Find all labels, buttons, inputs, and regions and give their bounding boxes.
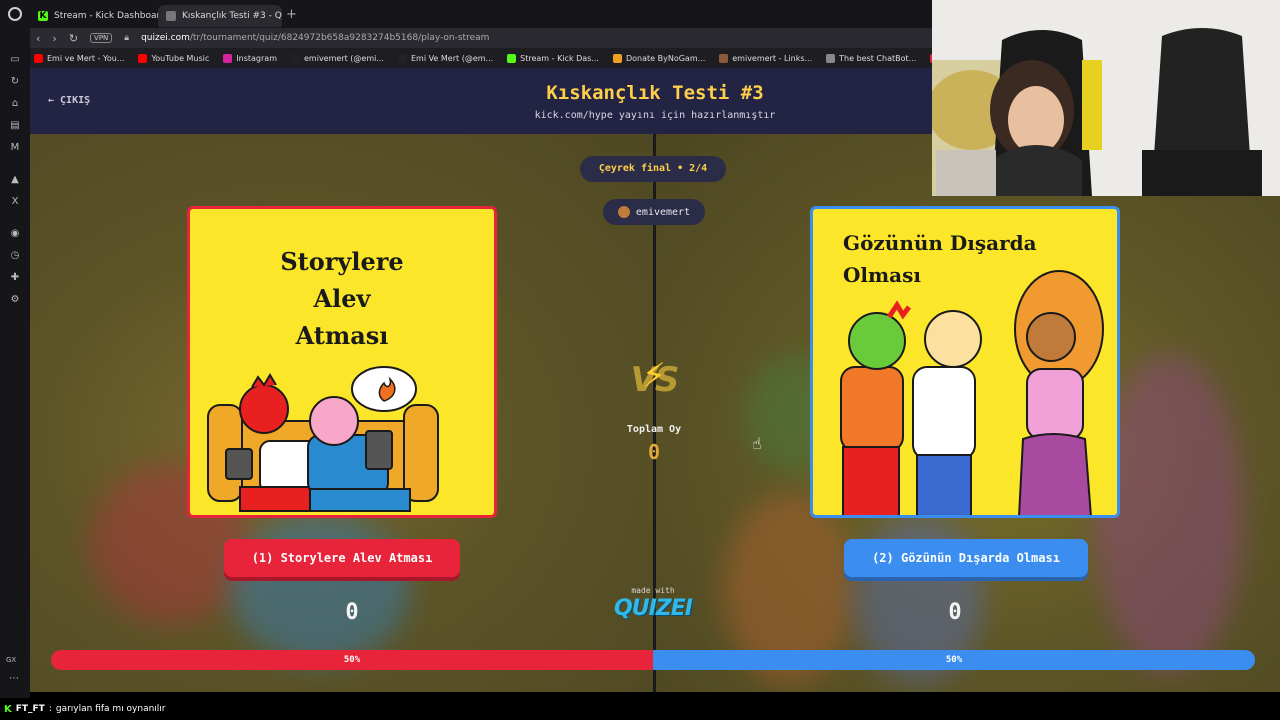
browser-logo-icon[interactable] [0,0,30,28]
clock-icon[interactable]: ◷ [9,250,21,262]
option-title-line: Alev [313,284,371,313]
extensions-icon[interactable]: ✚ [9,272,21,284]
total-votes-label: Toplam Oy [626,424,682,435]
more-icon[interactable]: ⋯ [9,673,19,684]
option-title-line: Storylere [280,247,404,276]
bookmark-label: Instagram [236,53,277,63]
bookmark-favicon-icon [138,53,148,63]
option-title-left: Storylere Alev Atması [190,243,494,354]
made-with-label: made with [631,586,675,595]
tab-quiz[interactable]: Kıskançlık Testi #3 - Quiz ✕ [158,5,282,27]
avatar [617,206,630,218]
bookmark-favicon-icon [34,53,43,63]
history-icon[interactable]: ↻ [9,76,21,88]
bookmark-label: Stream - Kick Das... [520,53,599,63]
address-bar: ‹ › ↻ VPN 🔒︎ quizei.com/tr/tournament/qu… [30,28,932,48]
vote-progress-right: 50% [653,650,1255,670]
url-path: /tr/tournament/quiz/6824972b658a9283274b… [189,33,490,43]
reload-icon[interactable]: ↻ [69,32,78,45]
gx-label: GX [6,656,17,664]
bookmark-label: emivemert - Links... [732,53,813,63]
url-field[interactable]: quizei.com/tr/tournament/quiz/6824972b65… [141,33,489,43]
bookmark-label: Emi Ve Mert (@em... [410,53,494,63]
screen: K Stream - Kick Dashboard Kıskançlık Tes… [0,0,1280,720]
user-pill: emivemert [603,199,705,225]
settings-icon[interactable]: ⚙ [9,294,21,306]
vote-button-right[interactable]: (2) Gözünün Dışarda Olması [844,539,1088,577]
vote-progress-bar: 50% 50% [51,650,1255,670]
webcam-overlay [932,0,1280,196]
bookmark-item[interactable]: YouTube Music [138,53,210,63]
kick-chat-icon: K [4,703,12,715]
chat-text: garıylan fifa mı oynanılır [55,704,166,714]
chat-message: K FT_FT : garıylan fifa mı oynanılır [0,698,1280,720]
tab-label: Stream - Kick Dashboard [54,11,158,21]
bookmark-item[interactable]: Emi ve Mert - You... [34,53,125,63]
chat-username: FT_FT [15,704,45,714]
bookmark-item[interactable]: Donate ByNoGam... [612,53,706,63]
vs-emblem: VS ⚡︎ [620,356,688,408]
bookmarks-bar: Emi ve Mert - You... YouTube Music Instagr… [30,48,932,68]
bookmark-label: YouTube Music [151,53,210,63]
messenger-icon[interactable]: ▭ [9,54,21,66]
url-host: quizei.com [141,33,190,43]
browser-tab-bar: K Stream - Kick Dashboard Kıskançlık Tes… [0,0,932,28]
bookmark-label: Donate ByNoGam... [625,53,706,63]
tab-label: Kıskançlık Testi #3 - Quiz [182,11,282,21]
wallet-icon[interactable]: ▤ [9,120,21,132]
total-votes-value: 0 [647,440,661,464]
kick-sidebar-icon[interactable]: ▲ [9,174,21,186]
kick-icon: K [38,11,48,21]
bookmark-favicon-icon [826,53,836,63]
option-title-line: Gözünün Dışarda [843,231,1037,255]
bookmark-label: emivemert (@emi... [304,53,384,63]
quizei-favicon-icon [166,11,176,21]
bag-icon[interactable]: ⌂ [9,98,21,110]
vote-progress-left: 50% [51,650,653,670]
option-title-right: Gözünün Dışarda Olması [843,227,1093,291]
bookmark-favicon-icon [507,53,517,63]
bookmark-item[interactable]: Instagram [223,53,277,63]
bookmark-item[interactable]: Emi Ve Mert (@em... [397,53,494,63]
bookmark-favicon-icon [397,53,407,63]
option-card-left[interactable]: Storylere Alev Atması [187,206,497,518]
browser-sidebar: ▭ ↻ ⌂ ▤ M ▲ X ◉ ◷ ✚ ⚙ GX ⋯ [0,28,30,698]
bookmark-favicon-icon [291,53,300,63]
back-icon[interactable]: ‹ [36,32,40,45]
bookmark-label: The best ChatBot... [839,53,917,63]
bookmark-item[interactable]: emivemert (@emi... [291,53,384,63]
bookmark-favicon-icon [223,53,233,63]
m-app-icon[interactable]: M [9,142,21,154]
bookmark-item[interactable]: The best ChatBot... [826,53,917,63]
tab-kick-dashboard[interactable]: K Stream - Kick Dashboard [30,5,158,27]
option-title-line: Olması [843,263,921,287]
chat-separator: : [48,704,52,714]
bookmark-item[interactable]: Stream - Kick Das... [507,53,599,63]
option-title-line: Atması [295,321,389,350]
x-icon[interactable]: X [9,196,21,208]
vote-count-right: 0 [948,600,962,625]
option-card-right[interactable]: Gözünün Dışarda Olması [810,206,1120,518]
webcam-scene [932,0,1280,196]
lightning-icon: ⚡︎ [642,356,666,396]
vpn-badge[interactable]: VPN [90,33,113,43]
round-indicator: Çeyrek final • 2/4 [580,156,726,182]
lock-icon: 🔒︎ [124,33,130,43]
bookmark-item[interactable]: emivemert - Links... [719,53,813,63]
username: emivemert [635,206,691,218]
vote-button-left[interactable]: (1) Storylere Alev Atması [224,539,460,577]
bookmark-favicon-icon [719,53,729,63]
bookmark-favicon-icon [612,53,622,63]
forward-icon[interactable]: › [52,32,56,45]
new-tab-button[interactable]: + [286,7,297,22]
quizei-logo[interactable]: QUIZEI [605,596,701,621]
mouse-cursor-icon: ☝︎ [752,434,762,453]
bookmark-label: Emi ve Mert - You... [47,53,125,63]
player-icon[interactable]: ◉ [9,228,21,240]
vote-count-left: 0 [345,600,359,625]
